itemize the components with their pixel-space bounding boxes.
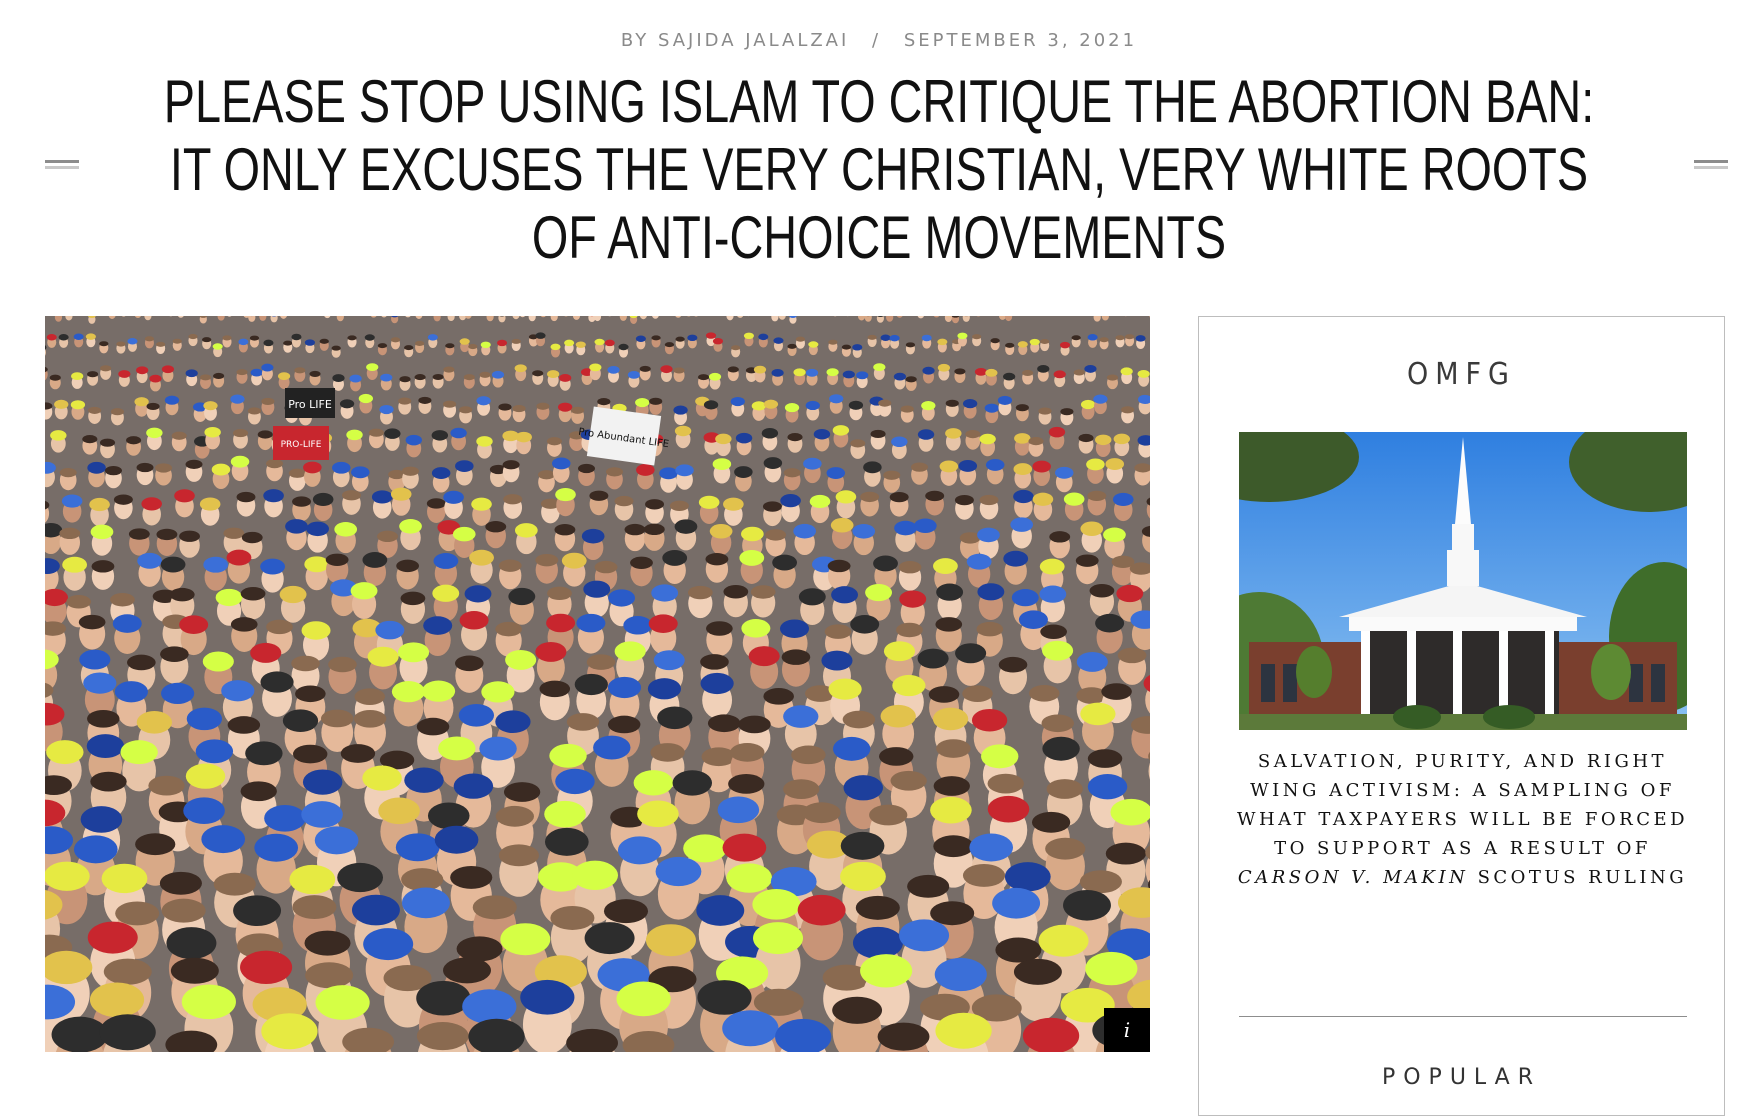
byline-separator: / [872, 30, 881, 51]
article-title: PLEASE STOP USING ISLAM TO CRITIQUE THE … [310, 68, 1447, 272]
sidebar-divider [1239, 1016, 1687, 1017]
card-title-case-name: CARSON V. MAKIN [1238, 867, 1468, 888]
svg-text:Pro LIFE: Pro LIFE [288, 398, 332, 411]
sidebar-article-link[interactable]: SALVATION, PURITY, AND RIGHT WING ACTIVI… [1229, 747, 1696, 892]
previous-article-arrow-icon[interactable] [45, 160, 79, 172]
church-thumbnail[interactable] [1239, 432, 1687, 730]
card-title-end: SCOTUS RULING [1468, 867, 1687, 888]
svg-text:PRO-LIFE: PRO-LIFE [281, 440, 322, 450]
next-article-arrow-icon[interactable] [1694, 160, 1728, 172]
byline-author[interactable]: BY SAJIDA JALALZAI [621, 30, 849, 51]
sidebar-heading: OMFG [1199, 357, 1724, 392]
crowd-photo: Pro LIFE Pro Abundant LIFE PRO-LIFE [45, 316, 1150, 1052]
sidebar-widget: OMFG [1198, 316, 1725, 1116]
image-info-button[interactable]: i [1104, 1008, 1150, 1052]
hero-image: Pro LIFE Pro Abundant LIFE PRO-LIFE i [45, 316, 1150, 1052]
byline-date: SEPTEMBER 3, 2021 [904, 30, 1137, 51]
protest-sign-1: Pro LIFE [285, 388, 335, 418]
popular-heading: POPULAR [1199, 1065, 1724, 1090]
article-byline: BY SAJIDA JALALZAI / SEPTEMBER 3, 2021 [0, 30, 1758, 51]
card-title-text: SALVATION, PURITY, AND RIGHT WING ACTIVI… [1237, 751, 1688, 859]
protest-sign-3: PRO-LIFE [273, 426, 329, 460]
church-photo [1239, 432, 1687, 730]
